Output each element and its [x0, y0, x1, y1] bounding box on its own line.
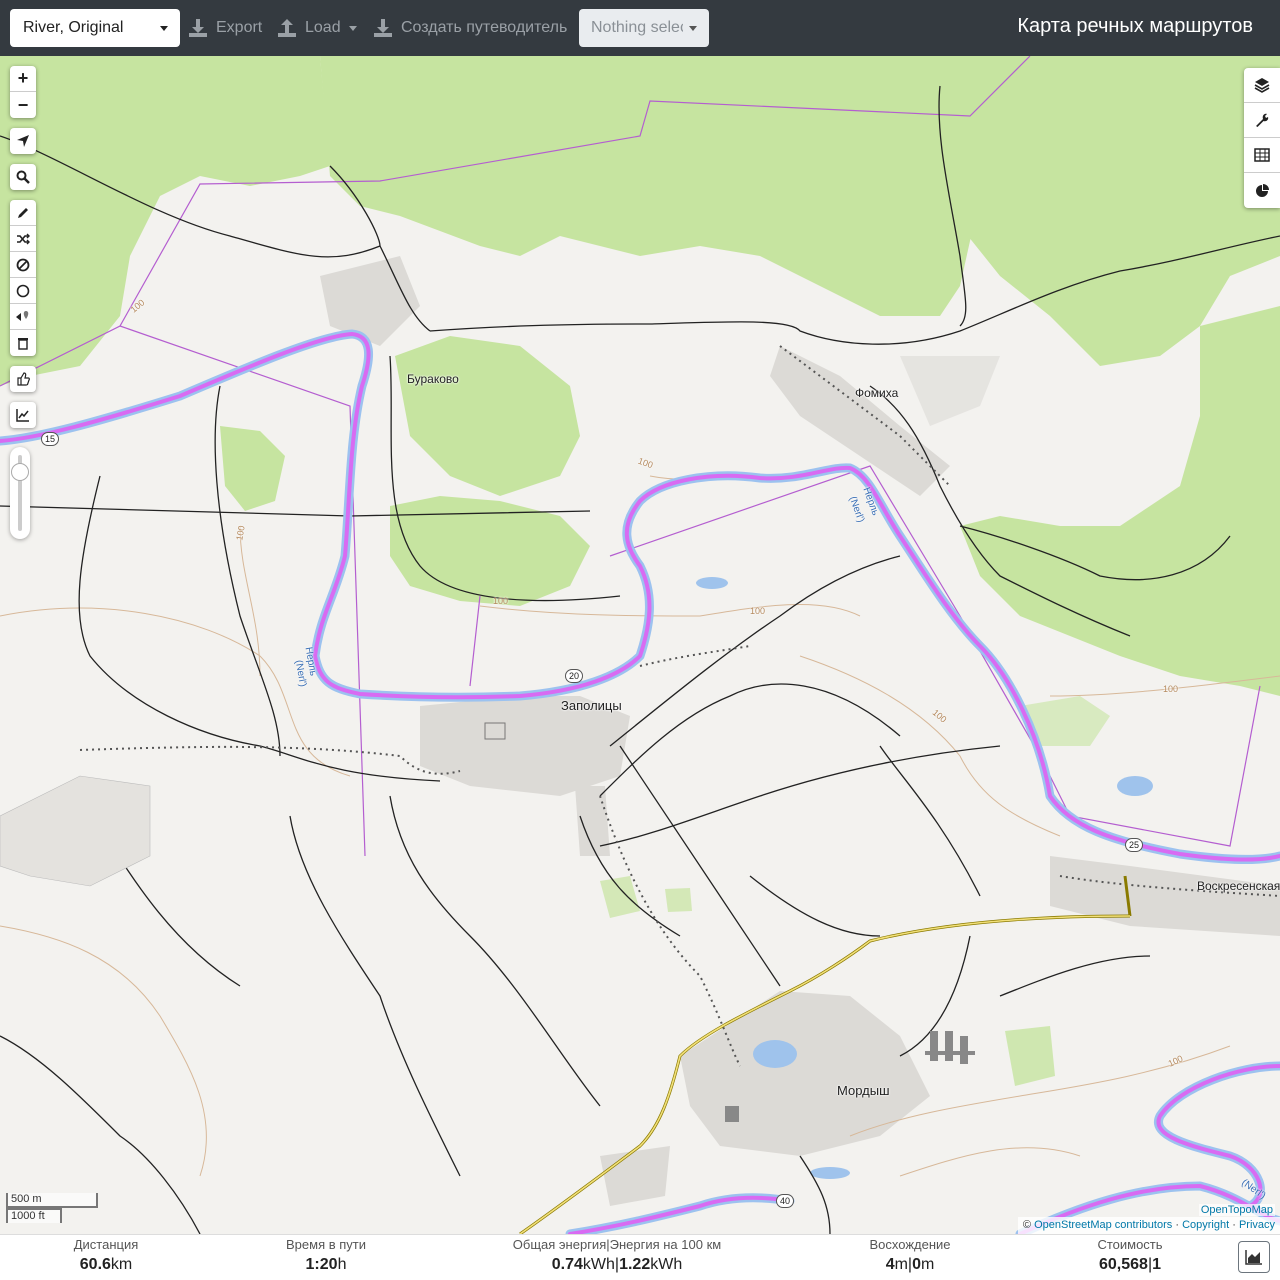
ascent-stat: Восхождение 4m|0m [850, 1237, 970, 1277]
time-label: Время в пути [286, 1237, 366, 1252]
chevron-down-icon [689, 26, 697, 31]
energy-value: 0.74kWh|1.22kWh [551, 1256, 683, 1273]
draw-icon[interactable] [10, 200, 36, 226]
distance-label: Дистанция [73, 1237, 139, 1252]
download-icon [374, 19, 392, 37]
layers-icon[interactable] [1244, 68, 1280, 103]
road-number-badge: 25 [1125, 838, 1143, 852]
search-icon[interactable] [10, 164, 36, 190]
profile-select-value: River, Original [23, 19, 124, 36]
create-guide-label: Создать путеводитель [401, 19, 568, 36]
elevation-icon[interactable] [10, 402, 36, 428]
download-icon [189, 19, 207, 37]
energy-label: Общая энергия|Энергия на 100 км [512, 1237, 722, 1252]
road-number-badge: 15 [41, 432, 59, 446]
ascent-value: 4m|0m [885, 1256, 935, 1273]
copyright-link[interactable]: Copyright [1182, 1219, 1229, 1231]
road-number-badge: 20 [565, 669, 583, 683]
search-control [10, 164, 36, 190]
circle-icon[interactable] [10, 278, 36, 304]
cost-stat: Стоимость 60,568|1 [1080, 1237, 1180, 1277]
contour-label: 100 [1163, 684, 1179, 694]
river [0, 329, 1280, 1234]
nogo-icon[interactable] [10, 252, 36, 278]
cost-label: Стоимость [1097, 1237, 1163, 1252]
shuffle-icon[interactable] [10, 226, 36, 252]
map-view[interactable]: Бураково Фомиха Заполицы Мордыш Воскресе… [0, 56, 1280, 1234]
place-label: Заполицы [561, 698, 622, 713]
wrench-icon[interactable] [1244, 103, 1280, 138]
table-icon[interactable] [1244, 138, 1280, 173]
attribution-separator: · [1175, 1219, 1179, 1231]
contour-label: 100 [750, 606, 766, 616]
place-label: Воскресенская С [1197, 879, 1280, 893]
thumb-icon[interactable] [10, 366, 36, 392]
ascent-label: Восхождение [869, 1237, 951, 1252]
right-toolbar [1244, 68, 1280, 208]
road-number-badge: 40 [776, 1194, 794, 1208]
opacity-slider[interactable] [10, 447, 30, 539]
map-tiles [0, 56, 1280, 1234]
profile-select[interactable]: River, Original [10, 9, 180, 47]
stats-bar: Дистанция 60.6km Время в пути 1:20h Обща… [0, 1234, 1280, 1280]
attribution-separator: · [1232, 1219, 1236, 1231]
upload-icon [278, 19, 296, 37]
scale-control: 500 m 1000 ft [6, 1193, 98, 1223]
privacy-link[interactable]: Privacy [1239, 1219, 1275, 1231]
energy-stat: Общая энергия|Энергия на 100 км 0.74kWh|… [502, 1237, 732, 1277]
scale-metric: 500 m [6, 1193, 98, 1208]
zoom-out-icon[interactable]: − [10, 92, 36, 118]
load-label: Load [305, 19, 341, 36]
route-line [0, 332, 1280, 1234]
trash-icon[interactable] [10, 330, 36, 356]
elevation-control [10, 402, 36, 428]
cost-value: 60,568|1 [1099, 1256, 1161, 1273]
load-button[interactable]: Load [277, 14, 357, 42]
osm-link[interactable]: OpenStreetMap contributors [1034, 1219, 1172, 1231]
opentopomap-link[interactable]: OpenTopoMap [1198, 1204, 1275, 1216]
locate-icon[interactable] [10, 128, 36, 154]
place-label: Мордыш [837, 1083, 890, 1098]
poi-icon[interactable] [10, 304, 36, 330]
scale-imperial: 1000 ft [6, 1208, 62, 1223]
distance-stat: Дистанция 60.6km [60, 1237, 152, 1277]
locate-control [10, 128, 36, 154]
zoom-in-icon[interactable]: + [10, 66, 36, 92]
thumb-control [10, 366, 36, 392]
distance-value: 60.6km [79, 1256, 133, 1273]
selection-dropdown[interactable]: Nothing selected [579, 9, 709, 47]
time-value: 1:20h [305, 1256, 347, 1273]
top-navbar: River, Original Export Load Создать путе… [0, 0, 1280, 56]
elevation-chart-button[interactable] [1238, 1241, 1270, 1273]
app-title: Карта речных маршрутов [1017, 15, 1253, 37]
zoom-controls: + − [10, 66, 36, 118]
export-button[interactable]: Export [188, 14, 262, 42]
slider-handle[interactable] [11, 463, 29, 481]
time-stat: Время в пути 1:20h [276, 1237, 376, 1277]
place-label: Бураково [407, 372, 459, 386]
map-attribution: © OpenStreetMap contributors · Copyright… [1017, 1217, 1280, 1234]
place-label: Фомиха [855, 386, 899, 400]
drawing-toolbar [10, 200, 36, 356]
chevron-down-icon [348, 25, 357, 31]
contour-label: 100 [493, 596, 509, 606]
pie-chart-icon[interactable] [1244, 173, 1280, 208]
area-chart-icon [1245, 1250, 1262, 1265]
chevron-down-icon [160, 26, 168, 31]
attribution-prefix: © [1022, 1219, 1032, 1231]
export-label: Export [216, 19, 263, 36]
selection-value: Nothing selected [591, 19, 683, 36]
create-guide-button[interactable]: Создать путеводитель [373, 14, 567, 42]
